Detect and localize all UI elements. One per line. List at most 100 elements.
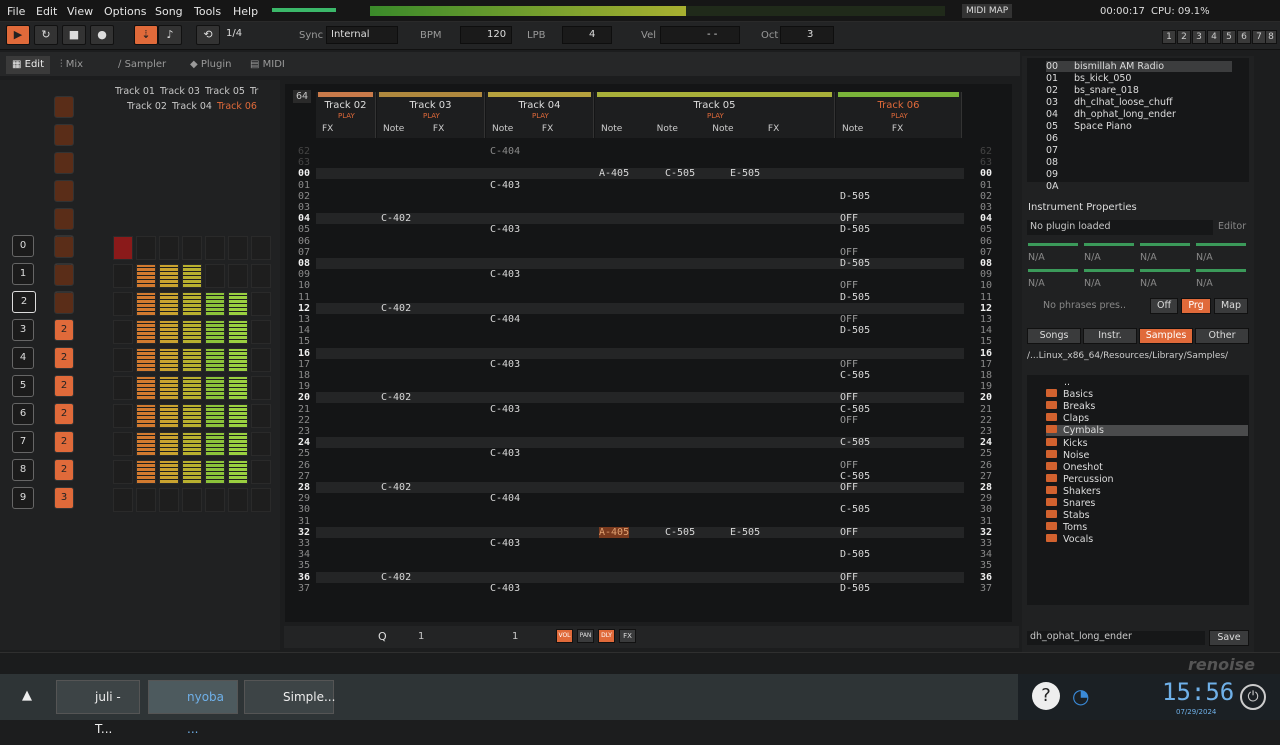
matrix-slot[interactable] xyxy=(228,432,248,456)
track-select-5[interactable]: 5 xyxy=(1222,30,1236,44)
pattern-note-cell[interactable]: C-505 xyxy=(665,527,695,538)
pattern-note-cell[interactable]: C-404 xyxy=(490,146,520,157)
matrix-slot[interactable] xyxy=(205,376,225,400)
menu-edit[interactable]: Edit xyxy=(36,5,57,18)
matrix-slot[interactable] xyxy=(159,432,179,456)
sequence-slot-number[interactable]: 0 xyxy=(12,235,34,257)
matrix-slot[interactable] xyxy=(182,376,202,400)
lpb-value[interactable]: 4 xyxy=(562,26,612,44)
matrix-slot[interactable] xyxy=(136,376,156,400)
browser-folder-item[interactable]: Breaks xyxy=(1046,401,1095,412)
track-select-4[interactable]: 4 xyxy=(1207,30,1221,44)
fx-column-toggle[interactable]: FX xyxy=(619,629,636,643)
pattern-note-cell[interactable]: C-402 xyxy=(381,213,411,224)
matrix-slot[interactable] xyxy=(113,348,133,372)
pattern-note-cell[interactable]: C-402 xyxy=(381,572,411,583)
quantize-icon[interactable]: Q xyxy=(378,630,392,644)
matrix-slot[interactable] xyxy=(205,292,225,316)
sequence-slot-number[interactable]: 2 xyxy=(12,291,36,313)
matrix-slot[interactable] xyxy=(251,460,271,484)
menu-view[interactable]: View xyxy=(67,5,93,18)
pattern-note-cell[interactable]: C-403 xyxy=(490,180,520,191)
matrix-slot[interactable] xyxy=(251,348,271,372)
pan-column-toggle[interactable]: PAN xyxy=(577,629,594,643)
sequence-slot-pattern[interactable]: 2 xyxy=(54,375,74,397)
pattern-note-cell[interactable]: OFF xyxy=(840,460,858,471)
pattern-note-cell[interactable]: OFF xyxy=(840,527,858,538)
matrix-slot[interactable] xyxy=(205,460,225,484)
macro-slider[interactable] xyxy=(1196,243,1246,246)
pattern-note-cell[interactable]: C-402 xyxy=(381,482,411,493)
matrix-slot[interactable] xyxy=(113,404,133,428)
matrix-slot[interactable] xyxy=(136,348,156,372)
pattern-note-cell[interactable]: A-405 xyxy=(599,168,629,179)
pattern-note-cell[interactable]: OFF xyxy=(840,247,858,258)
matrix-slot[interactable] xyxy=(205,432,225,456)
sequence-slot-pattern[interactable]: 2 xyxy=(54,319,74,341)
matrix-slot[interactable] xyxy=(113,264,133,288)
sequence-slot-number[interactable]: 7 xyxy=(12,431,34,453)
browser-folder-item[interactable]: Toms xyxy=(1046,522,1087,533)
macro-slider[interactable] xyxy=(1140,243,1190,246)
phrase-prg-button[interactable]: Prg xyxy=(1181,298,1211,314)
browser-folder-item[interactable]: Shakers xyxy=(1046,486,1101,497)
browser-folder-item[interactable]: Kicks xyxy=(1046,438,1088,449)
macro-slider[interactable] xyxy=(1028,269,1078,272)
matrix-slot[interactable] xyxy=(136,460,156,484)
track-select-7[interactable]: 7 xyxy=(1252,30,1266,44)
menu-help[interactable]: Help xyxy=(233,5,258,18)
pattern-note-cell[interactable]: C-403 xyxy=(490,224,520,235)
pattern-note-cell[interactable]: D-505 xyxy=(840,292,870,303)
power-icon[interactable]: ⏻ xyxy=(1240,684,1266,710)
block-loop-value[interactable]: 1/4 xyxy=(222,26,270,44)
matrix-slot[interactable] xyxy=(159,236,179,260)
save-button[interactable]: Save xyxy=(1209,630,1249,646)
pattern-note-cell[interactable]: OFF xyxy=(840,392,858,403)
browser-folder-item[interactable]: Snares xyxy=(1046,498,1095,509)
matrix-slot[interactable] xyxy=(182,348,202,372)
pattern-note-cell[interactable]: D-505 xyxy=(840,191,870,202)
filename-field[interactable]: dh_ophat_long_ender xyxy=(1027,631,1205,645)
matrix-slot[interactable] xyxy=(159,460,179,484)
matrix-slot[interactable] xyxy=(136,236,156,260)
track-select-8[interactable]: 8 xyxy=(1265,30,1277,44)
sequence-slot-number[interactable]: 8 xyxy=(12,459,34,481)
track-header[interactable]: Track 06 PLAY Note FX xyxy=(836,92,962,138)
matrix-slot[interactable] xyxy=(182,404,202,428)
edit-step-value[interactable]: 1 xyxy=(512,631,518,642)
matrix-slot[interactable] xyxy=(205,404,225,428)
browser-path[interactable]: /...Linux_x86_64/Resources/Library/Sampl… xyxy=(1027,351,1228,361)
browser-folder-item[interactable]: Basics xyxy=(1046,389,1093,400)
phrase-off-button[interactable]: Off xyxy=(1150,298,1178,314)
pattern-note-cell[interactable]: OFF xyxy=(840,213,858,224)
pattern-note-cell[interactable]: C-403 xyxy=(490,538,520,549)
matrix-slot[interactable] xyxy=(182,488,202,512)
matrix-slot[interactable] xyxy=(228,488,248,512)
stop-icon[interactable]: ■ xyxy=(62,25,86,45)
matrix-slot[interactable] xyxy=(228,376,248,400)
tab-plugin[interactable]: ◆ Plugin xyxy=(184,56,238,74)
pattern-note-cell[interactable]: D-505 xyxy=(840,549,870,560)
matrix-slot[interactable] xyxy=(136,292,156,316)
matrix-slot[interactable] xyxy=(113,320,133,344)
pattern-note-cell[interactable]: C-505 xyxy=(840,370,870,381)
track-header[interactable]: Track 04 PLAY Note FX xyxy=(486,92,594,138)
sequence-slot-number[interactable]: 6 xyxy=(12,403,34,425)
start-icon[interactable]: ▲ xyxy=(22,688,32,703)
sequence-slot-number[interactable]: 3 xyxy=(12,319,34,341)
track-select-6[interactable]: 6 xyxy=(1237,30,1251,44)
instrument-list-item[interactable]: 04 dh_ophat_long_ender xyxy=(1046,109,1176,120)
loop-icon[interactable]: ↻ xyxy=(34,25,58,45)
quantize-value[interactable]: 1 xyxy=(418,631,424,642)
matrix-slot[interactable] xyxy=(113,292,133,316)
matrix-slot[interactable] xyxy=(159,264,179,288)
task-simple[interactable]: Simple... xyxy=(244,680,335,714)
menu-song[interactable]: Song xyxy=(155,5,183,18)
matrix-slot[interactable] xyxy=(182,292,202,316)
matrix-slot[interactable] xyxy=(251,488,271,512)
pattern-note-cell[interactable]: C-404 xyxy=(490,314,520,325)
matrix-slot[interactable] xyxy=(251,376,271,400)
phrases-select[interactable]: No phrases pres.. xyxy=(1043,300,1126,311)
editor-button[interactable]: Editor xyxy=(1218,221,1246,232)
browser-folder-item[interactable]: Stabs xyxy=(1046,510,1090,521)
